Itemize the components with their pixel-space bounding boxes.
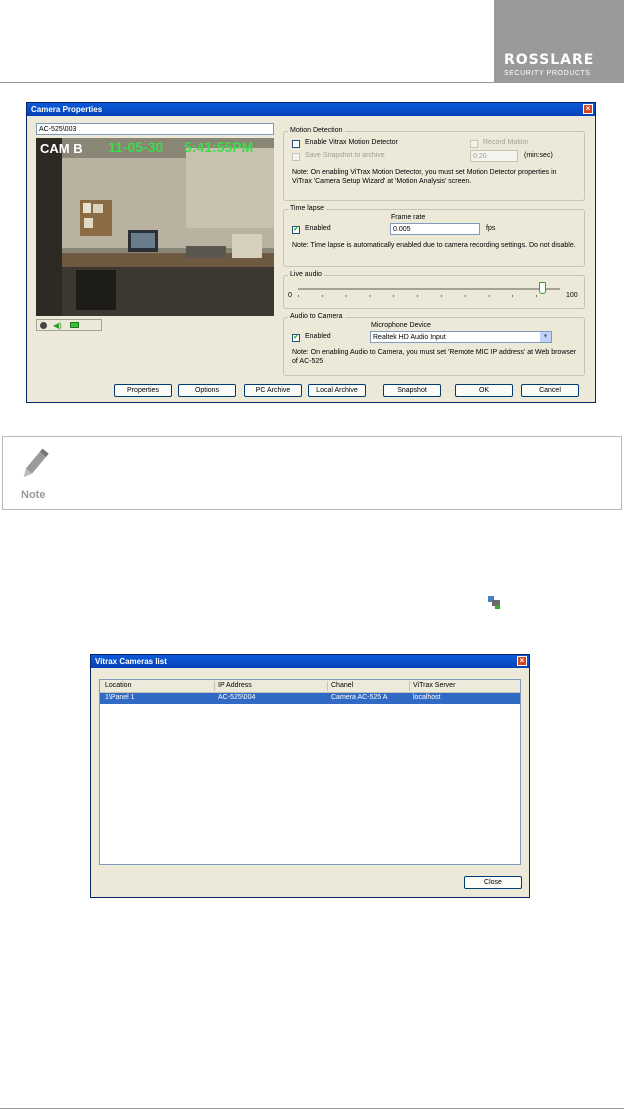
save-snapshot-label: Save Snapshot to archive: [305, 152, 385, 159]
audio-to-camera-group: Audio to Camera Microphone Device Enable…: [283, 313, 585, 376]
column-divider: [214, 681, 215, 691]
audio-enabled-label: Enabled: [305, 333, 331, 340]
pencil-icon: [23, 448, 49, 478]
group-title: Time lapse: [288, 205, 326, 212]
window-titlebar: Vitrax Cameras list ×: [91, 655, 529, 668]
time-lapse-enabled-label: Enabled: [305, 225, 331, 232]
group-title: Audio to Camera: [288, 313, 345, 320]
audio-min-label: 0: [288, 292, 292, 299]
window-title: Vitrax Cameras list: [95, 657, 167, 666]
interval-unit: (min:sec): [524, 152, 553, 159]
camera-list-icon: [488, 596, 500, 609]
frame-rate-label: Frame rate: [391, 214, 426, 221]
audio-slider-track[interactable]: [298, 288, 560, 290]
options-button[interactable]: Options: [178, 384, 236, 397]
microphone-device-select[interactable]: Realtek HD Audio Input ▾: [370, 331, 552, 343]
column-divider: [327, 681, 328, 691]
logo-subtext: SECURITY PRODUCTS: [504, 70, 591, 77]
overlay-time: 5:41:55PM: [184, 139, 254, 155]
window-titlebar: Camera Properties ×: [27, 103, 595, 116]
speaker-icon[interactable]: ◀): [53, 321, 62, 330]
column-divider: [409, 681, 410, 691]
cameras-table: Location IP Address Chanel ViTrax Server…: [99, 679, 521, 865]
frame-rate-field[interactable]: 0.005: [390, 223, 480, 235]
snapshot-button[interactable]: Snapshot: [383, 384, 441, 397]
enable-motion-checkbox[interactable]: [292, 140, 300, 148]
fps-label: fps: [486, 225, 496, 232]
enable-motion-label: Enable Vitrax Motion Detector: [305, 139, 398, 146]
audio-slider-ticks: [298, 295, 560, 297]
time-lapse-enabled-checkbox[interactable]: [292, 224, 300, 234]
overlay-date: 11-05-30: [108, 139, 164, 155]
audio-max-label: 100: [566, 292, 578, 299]
cell-vitrax-server: localhost: [413, 694, 441, 701]
close-button[interactable]: Close: [464, 876, 522, 889]
save-snapshot-checkbox[interactable]: [292, 153, 300, 161]
motion-detection-group: Motion Detection Enable Vitrax Motion De…: [283, 127, 585, 201]
group-title: Motion Detection: [288, 127, 345, 134]
motion-note: Note: On enabling ViTrax Motion Detector…: [292, 169, 557, 185]
note-label: Note: [21, 489, 46, 501]
camera-properties-window: Camera Properties × AC-525\003 CAM B 11-…: [26, 102, 596, 403]
record-motion-checkbox[interactable]: [470, 140, 478, 148]
overlay-cam: CAM B: [40, 141, 83, 156]
interval-stepper[interactable]: 0:20: [470, 150, 518, 162]
cell-chanel: Camera AC-525 A: [331, 694, 388, 701]
cameras-list-window: Vitrax Cameras list × Location IP Addres…: [90, 654, 530, 898]
chevron-down-icon[interactable]: ▾: [540, 332, 551, 342]
group-title: Live audio: [288, 271, 324, 278]
header-divider: [0, 82, 624, 83]
column-header[interactable]: Chanel: [331, 682, 353, 689]
record-motion-label: Record Motion: [483, 139, 529, 146]
cell-location: 1\Panel 1: [105, 694, 135, 701]
camera-name-field[interactable]: AC-525\003: [36, 123, 274, 135]
time-lapse-note: Note: Time lapse is automatically enable…: [292, 242, 576, 249]
time-lapse-group: Time lapse Enabled Frame rate 0.005 fps …: [283, 205, 585, 267]
column-header[interactable]: Location: [105, 682, 131, 689]
rosslare-logo: ROSSLARE SECURITY PRODUCTS: [494, 0, 624, 82]
column-header[interactable]: ViTrax Server: [413, 682, 455, 689]
pc-archive-button[interactable]: PC Archive: [244, 384, 302, 397]
camera-scene-image: [36, 138, 274, 316]
local-archive-button[interactable]: Local Archive: [308, 384, 366, 397]
properties-button[interactable]: Properties: [114, 384, 172, 397]
cancel-button[interactable]: Cancel: [521, 384, 579, 397]
close-icon[interactable]: ×: [583, 104, 593, 114]
audio-slider-thumb[interactable]: [538, 282, 546, 294]
window-title: Camera Properties: [31, 105, 103, 114]
live-audio-group: Live audio 0 100: [283, 271, 585, 309]
table-header: Location IP Address Chanel ViTrax Server: [100, 680, 520, 693]
close-icon[interactable]: ×: [517, 656, 527, 666]
column-header[interactable]: IP Address: [218, 682, 252, 689]
ok-button[interactable]: OK: [455, 384, 513, 397]
audio-note: Note: On enabling Audio to Camera, you m…: [292, 349, 577, 365]
footer-divider: [0, 1108, 624, 1109]
logo-text: ROSSLARE: [504, 52, 595, 68]
note-box: Note: [2, 436, 622, 510]
snapshot-icon[interactable]: [40, 322, 47, 329]
microphone-icon[interactable]: [70, 322, 79, 328]
video-controls: ◀): [36, 319, 102, 331]
microphone-device-label: Microphone Device: [371, 322, 431, 329]
cell-ip-address: AC-525\004: [218, 694, 256, 701]
audio-enabled-checkbox[interactable]: [292, 332, 300, 342]
camera-video-view: CAM B 11-05-30 5:41:55PM: [36, 138, 274, 316]
table-row[interactable]: 1\Panel 1 AC-525\004 Camera AC-525 A loc…: [100, 693, 520, 704]
microphone-device-value: Realtek HD Audio Input: [373, 334, 446, 341]
